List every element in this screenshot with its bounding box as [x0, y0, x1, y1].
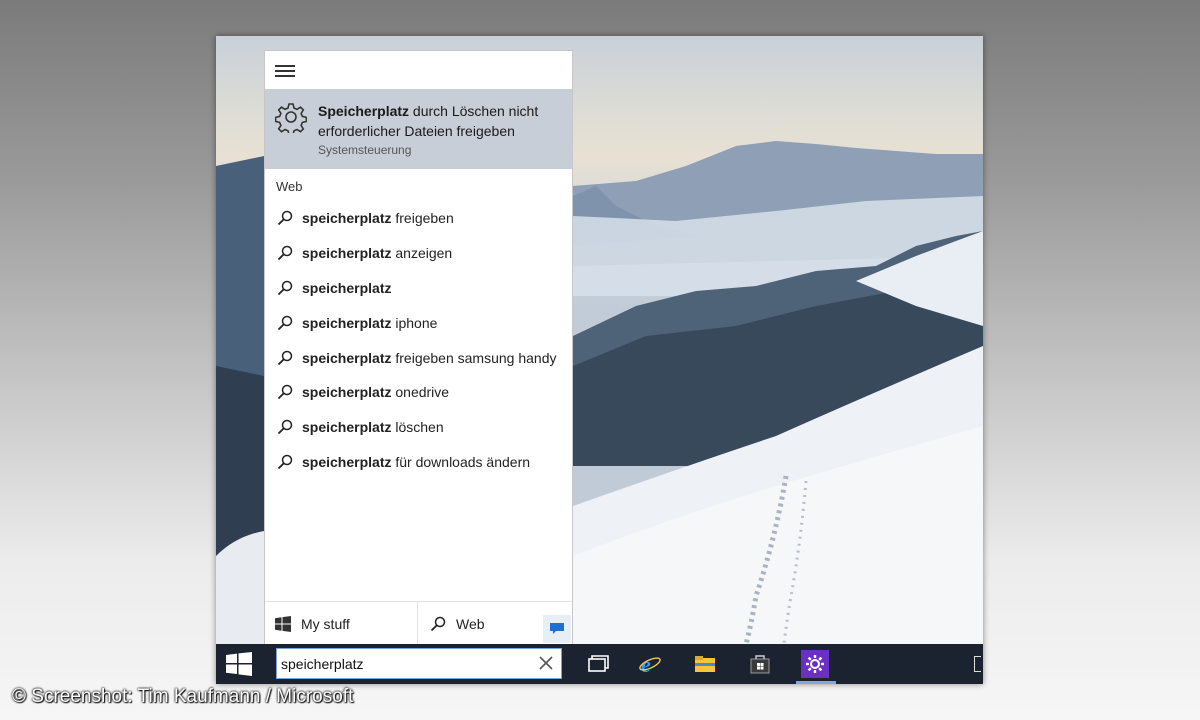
best-match-subtitle: Systemsteuerung	[318, 143, 412, 157]
search-icon	[277, 315, 293, 330]
gear-icon	[275, 103, 307, 133]
taskbar-search-box[interactable]	[276, 648, 562, 679]
internet-explorer-icon[interactable]: e	[638, 652, 662, 676]
desktop-screen: Speicherplatz durch Löschen nicht erford…	[216, 36, 983, 684]
search-icon	[277, 350, 293, 365]
search-icon	[277, 245, 293, 261]
web-suggestion[interactable]: speicherplatz anzeigen	[265, 236, 572, 271]
search-icon	[277, 454, 293, 470]
web-suggestion[interactable]: speicherplatz onedrive	[265, 375, 572, 410]
search-icon	[277, 385, 293, 400]
show-desktop-edge[interactable]	[974, 656, 981, 672]
settings-icon	[806, 655, 824, 673]
web-suggestion[interactable]: speicherplatz freigeben	[265, 201, 572, 236]
best-match-title: Speicherplatz durch Löschen nicht erford…	[318, 103, 539, 139]
web-scope-label: Web	[456, 615, 485, 632]
web-scope-button[interactable]: Web	[430, 602, 485, 645]
web-suggestion[interactable]: speicherplatz für downloads ändern	[265, 445, 572, 480]
store-icon[interactable]	[748, 652, 772, 676]
web-section-header: Web	[276, 179, 303, 194]
my-stuff-button[interactable]: My stuff	[275, 602, 350, 645]
start-button[interactable]	[226, 652, 252, 676]
file-explorer-icon[interactable]	[693, 652, 717, 676]
windows-logo-icon	[226, 652, 252, 676]
web-suggestion[interactable]: speicherplatz löschen	[265, 410, 572, 445]
copyright-credit: © Screenshot: Tim Kaufmann / Microsoft	[12, 686, 354, 707]
best-match-result[interactable]: Speicherplatz durch Löschen nicht erford…	[265, 89, 572, 169]
search-input[interactable]	[281, 649, 531, 678]
hamburger-icon[interactable]	[275, 65, 295, 81]
search-icon	[277, 419, 293, 435]
task-view-icon[interactable]	[586, 652, 610, 676]
web-suggestions-list: speicherplatz freigeben speicherplatz an…	[265, 201, 572, 479]
web-suggestion[interactable]: speicherplatz freigeben samsung handy	[265, 340, 572, 375]
web-suggestion[interactable]: speicherplatz	[265, 271, 572, 306]
windows-logo-icon	[275, 615, 291, 632]
search-icon	[277, 280, 293, 296]
close-icon[interactable]	[537, 654, 555, 672]
feedback-button[interactable]	[543, 615, 571, 643]
search-scope-bar: My stuff Web	[265, 601, 572, 645]
web-suggestion[interactable]: speicherplatz iphone	[265, 305, 572, 340]
search-icon	[277, 211, 293, 226]
scope-divider	[417, 602, 418, 645]
start-search-panel: Speicherplatz durch Löschen nicht erford…	[264, 50, 573, 645]
active-app-indicator	[796, 681, 836, 684]
feedback-icon	[550, 623, 564, 634]
my-stuff-label: My stuff	[301, 615, 350, 632]
settings-tile[interactable]	[801, 650, 829, 678]
search-icon	[430, 616, 446, 631]
taskbar: e	[216, 644, 983, 684]
